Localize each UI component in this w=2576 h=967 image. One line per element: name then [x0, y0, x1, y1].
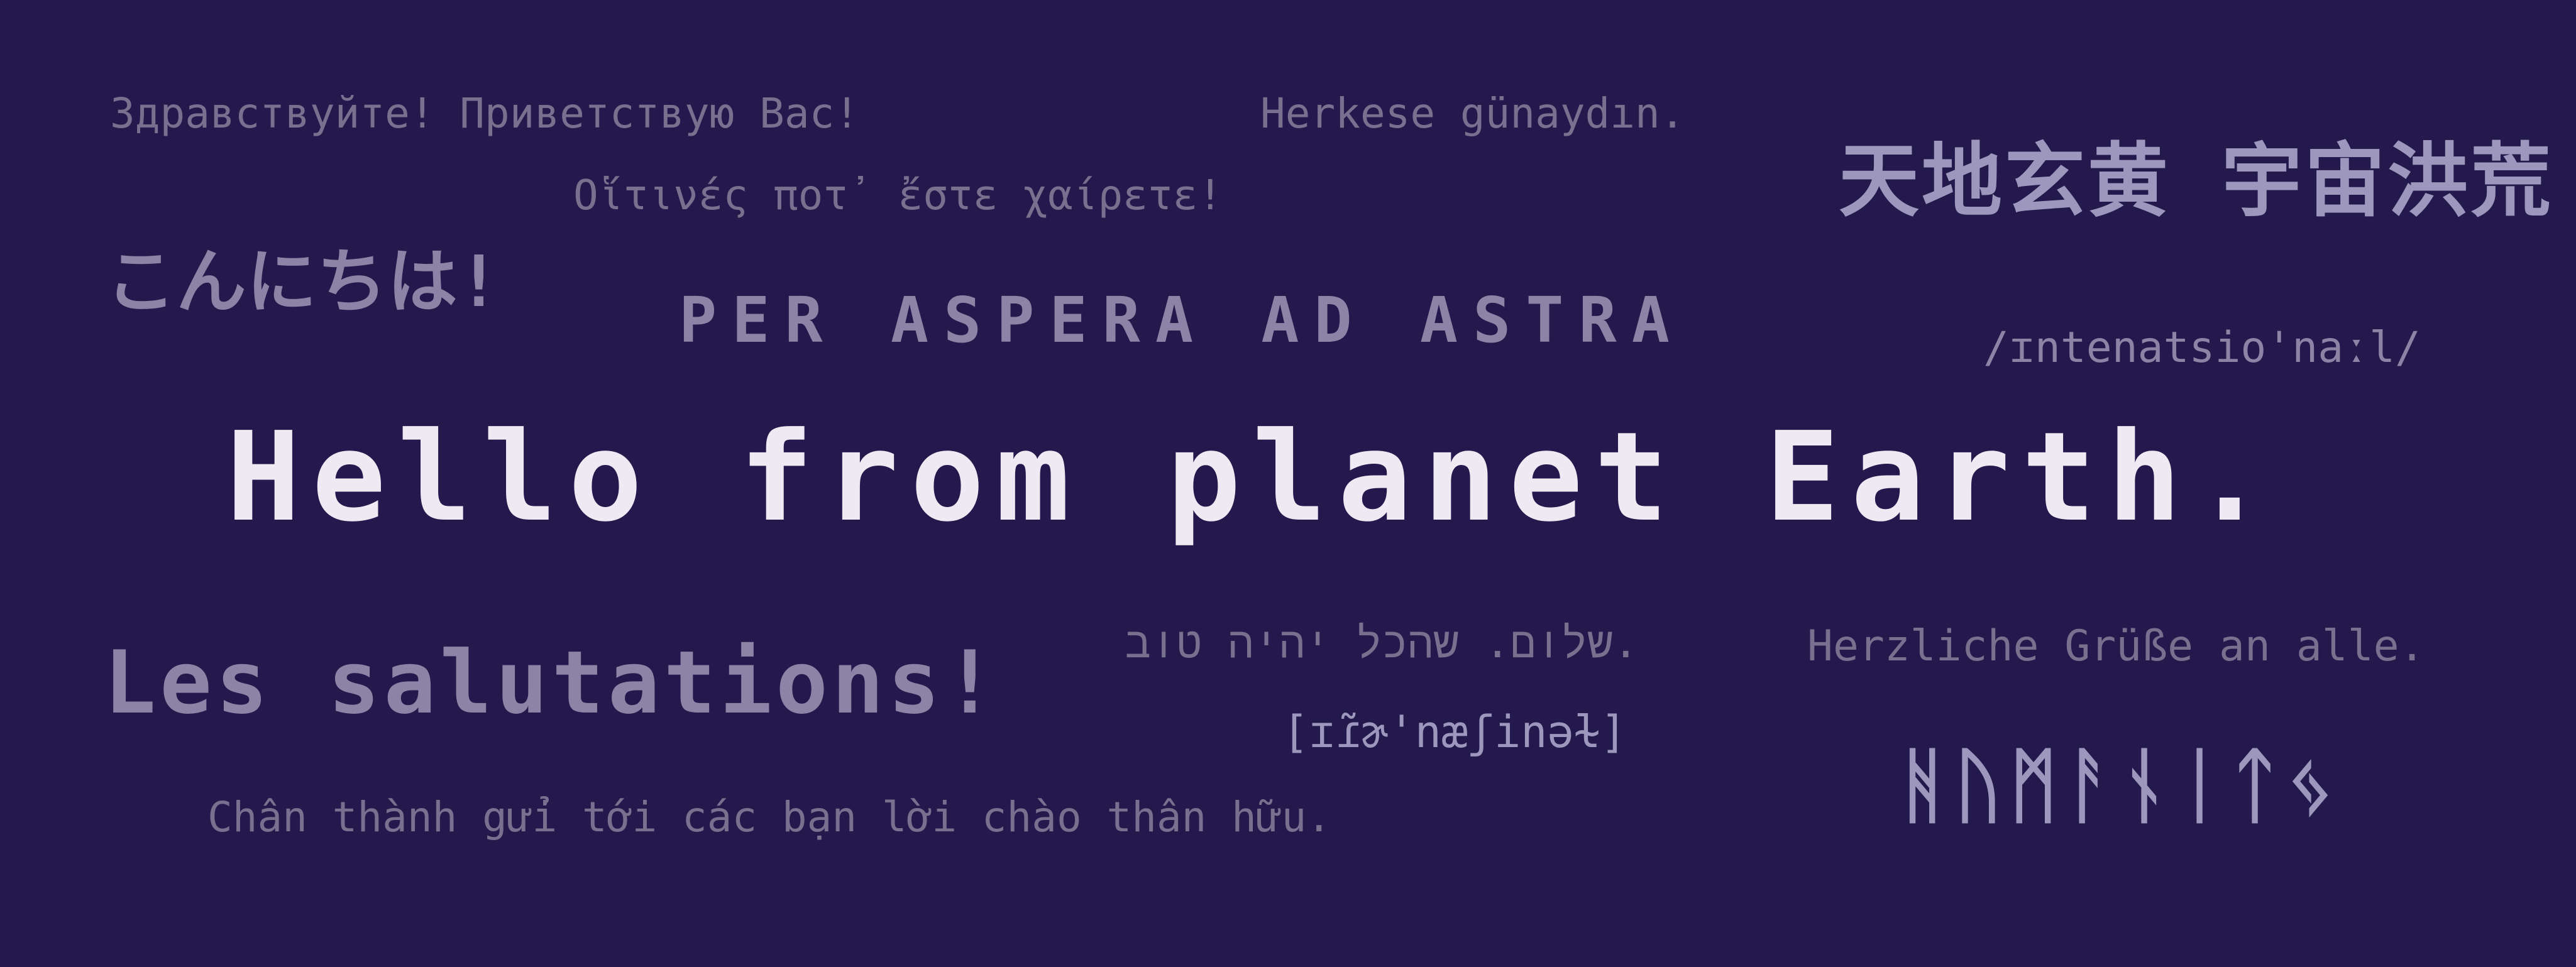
french-greeting: Les salutations! [104, 632, 1000, 733]
turkish-greeting: Herkese günaydın. [1260, 89, 1685, 138]
latin-motto: PER ASPERA AD ASTRA [679, 283, 1685, 357]
hero-heading: Hello from planet Earth. [226, 406, 2279, 549]
runic-greeting: ᚻᚢᛗᚨᚾᛁᛏᛃ [1898, 738, 2342, 833]
ipa-international: /ɪntenatsio'naːl/ [1983, 323, 2421, 373]
greek-greeting: Οἵτινές ποτ᾽ ἔστε χαίρετε! [573, 171, 1223, 219]
japanese-greeting: こんにちは! [106, 241, 500, 323]
russian-greeting: Здравствуйте! Приветствую Вас! [110, 89, 860, 138]
ipa-bracket: [ɪɾ̃ɚ'næʃinəɫ] [1282, 706, 1627, 758]
hebrew-greeting: שלום. שהכל יהיה טוב. [1125, 618, 1639, 668]
greeting-banner: Здравствуйте! Приветствую Вас! Herkese g… [0, 0, 2576, 967]
chinese-greeting: 天地玄黄 宇宙洪荒 [1839, 134, 2554, 228]
vietnamese-greeting: Chân thành gửi tới các bạn lời chào thân… [207, 793, 1332, 841]
german-greeting: Herzliche Grüße an alle. [1807, 621, 2425, 671]
